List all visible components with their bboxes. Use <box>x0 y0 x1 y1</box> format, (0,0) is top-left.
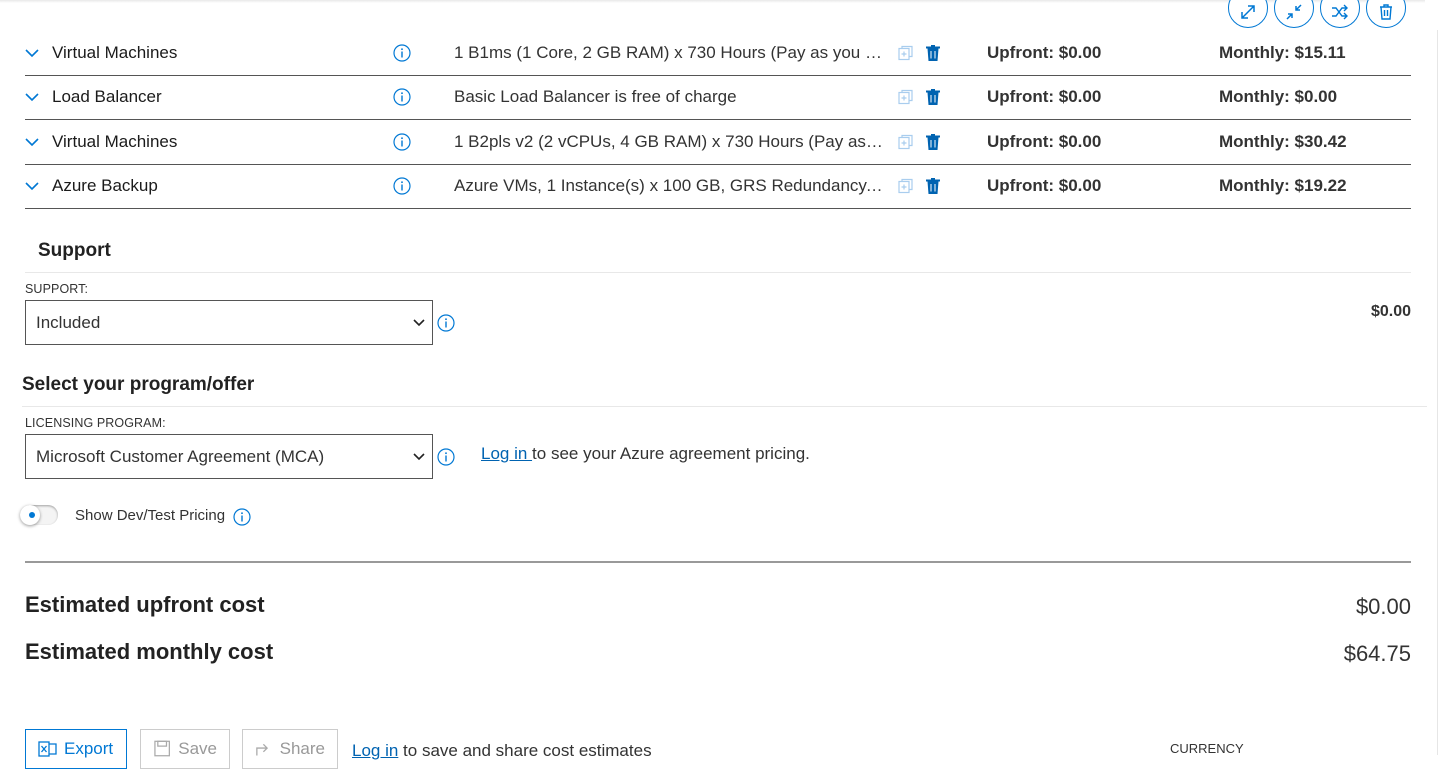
excel-icon <box>38 741 57 757</box>
upfront-price: Upfront: $0.00 <box>987 176 1102 196</box>
divider <box>22 406 1427 407</box>
shuffle-icon <box>1332 4 1348 20</box>
login-link[interactable]: Log in <box>352 741 398 760</box>
scrollbar-track[interactable] <box>1437 30 1438 755</box>
trash-icon[interactable] <box>925 89 941 106</box>
copy-icon[interactable] <box>897 44 914 61</box>
delete-all-button[interactable] <box>1366 0 1406 28</box>
expand-all-button[interactable] <box>1228 0 1268 28</box>
info-icon[interactable] <box>393 133 411 151</box>
program-heading: Select your program/offer <box>22 374 255 395</box>
info-icon[interactable] <box>437 314 455 332</box>
divider <box>25 272 1411 273</box>
upfront-price: Upfront: $0.00 <box>987 131 1102 151</box>
service-list: Virtual Machines 1 B1ms (1 Core, 2 GB RA… <box>25 31 1411 209</box>
service-description: 1 B2pls v2 (2 vCPUs, 4 GB RAM) x 730 Hou… <box>454 131 884 151</box>
support-select[interactable]: Included <box>25 300 433 345</box>
copy-icon[interactable] <box>897 89 914 106</box>
licensing-program-select[interactable]: Microsoft Customer Agreement (MCA) <box>25 434 433 479</box>
currency-label: CURRENCY <box>1170 741 1244 756</box>
chevron-down-icon <box>413 452 425 460</box>
save-login-note: to save and share cost estimates <box>398 741 652 760</box>
export-label: Export <box>64 739 114 758</box>
monthly-price: Monthly: $30.42 <box>1219 131 1347 151</box>
delete-all-icon <box>1380 4 1392 20</box>
chevron-down-icon[interactable] <box>25 179 39 193</box>
upfront-price: Upfront: $0.00 <box>987 87 1102 107</box>
service-row: Virtual Machines 1 B2pls v2 (2 vCPUs, 4 … <box>25 120 1411 165</box>
share-button[interactable]: Share <box>242 729 338 769</box>
save-login-text: Log in to save and share cost estimates <box>352 741 652 761</box>
monthly-price: Monthly: $15.11 <box>1219 42 1346 62</box>
collapse-all-button[interactable] <box>1274 0 1314 28</box>
service-name: Azure Backup <box>52 176 158 196</box>
service-name: Load Balancer <box>52 87 162 107</box>
collapse-all-icon <box>1286 4 1302 20</box>
support-price: $0.00 <box>1370 303 1411 320</box>
info-icon[interactable] <box>393 177 411 195</box>
info-icon[interactable] <box>233 508 251 526</box>
estimated-upfront-label: Estimated upfront cost <box>25 592 265 617</box>
save-label: Save <box>178 739 217 758</box>
chevron-down-icon <box>413 318 425 326</box>
monthly-price: Monthly: $19.22 <box>1219 176 1347 196</box>
licensing-program-label: LICENSING PROGRAM: <box>25 416 166 430</box>
service-description: Basic Load Balancer is free of charge <box>454 87 737 107</box>
trash-icon[interactable] <box>925 178 941 195</box>
save-icon <box>154 740 170 757</box>
chevron-down-icon[interactable] <box>25 90 39 104</box>
estimated-monthly-value: $64.75 <box>1343 641 1411 666</box>
share-label: Share <box>279 739 325 758</box>
devtest-label: Show Dev/Test Pricing <box>75 507 226 524</box>
toggle-dot <box>29 512 35 518</box>
monthly-price: Monthly: $0.00 <box>1219 87 1338 107</box>
service-row: Azure Backup Azure VMs, 1 Instance(s) x … <box>25 165 1411 209</box>
support-selected-value: Included <box>36 312 101 332</box>
agreement-login-note: to see your Azure agreement pricing. <box>532 444 810 463</box>
trash-icon[interactable] <box>925 133 941 150</box>
estimated-upfront-value: $0.00 <box>1355 594 1411 619</box>
login-link[interactable]: Log in <box>481 444 532 463</box>
service-name: Virtual Machines <box>52 131 178 151</box>
support-heading: Support <box>38 240 111 261</box>
info-icon[interactable] <box>393 88 411 106</box>
divider <box>25 561 1411 563</box>
share-icon <box>256 743 269 756</box>
upfront-price: Upfront: $0.00 <box>987 42 1102 62</box>
copy-icon[interactable] <box>897 133 914 150</box>
estimated-monthly-label: Estimated monthly cost <box>25 639 274 664</box>
estimate-toolbar <box>1228 0 1406 28</box>
service-row: Virtual Machines 1 B1ms (1 Core, 2 GB RA… <box>25 31 1411 76</box>
agreement-login-text: Log in to see your Azure agreement prici… <box>481 444 810 464</box>
service-description: Azure VMs, 1 Instance(s) x 100 GB, GRS R… <box>454 176 884 196</box>
info-icon[interactable] <box>437 448 455 466</box>
expand-all-icon <box>1241 5 1255 19</box>
info-icon[interactable] <box>393 44 411 62</box>
service-description: 1 B1ms (1 Core, 2 GB RAM) x 730 Hours (P… <box>454 42 884 62</box>
devtest-toggle[interactable] <box>20 505 58 525</box>
chevron-down-icon[interactable] <box>25 135 39 149</box>
chevron-down-icon[interactable] <box>25 46 39 60</box>
export-button[interactable]: Export <box>25 729 127 769</box>
copy-icon[interactable] <box>897 178 914 195</box>
trash-icon[interactable] <box>925 44 941 61</box>
save-button[interactable]: Save <box>140 729 230 769</box>
licensing-program-selected-value: Microsoft Customer Agreement (MCA) <box>36 446 325 466</box>
top-shadow <box>0 0 1425 3</box>
shuffle-button[interactable] <box>1320 0 1360 28</box>
service-row: Load Balancer Basic Load Balancer is fre… <box>25 76 1411 120</box>
service-name: Virtual Machines <box>52 42 178 62</box>
support-label: SUPPORT: <box>25 282 89 296</box>
